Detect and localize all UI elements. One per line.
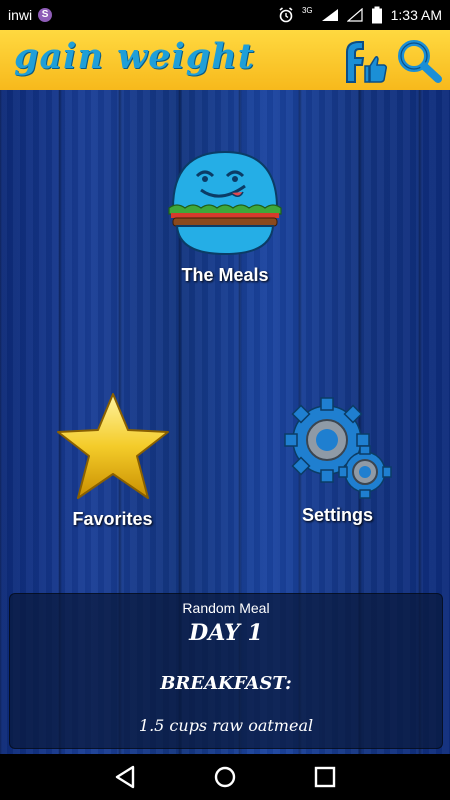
network-type: 3G bbox=[301, 5, 313, 15]
app-title: gain weight bbox=[14, 36, 255, 77]
carrier-name: inwi bbox=[8, 7, 33, 23]
star-icon bbox=[56, 393, 169, 499]
settings-label: Settings bbox=[301, 505, 373, 525]
battery-icon bbox=[371, 6, 382, 24]
settings-button[interactable]: Settings bbox=[270, 396, 405, 526]
meals-button[interactable]: The Meals bbox=[150, 148, 300, 286]
favorites-button[interactable]: Favorites bbox=[40, 390, 185, 530]
signal-icon-2 bbox=[346, 8, 363, 22]
home-icon[interactable] bbox=[211, 764, 239, 790]
navigation-bar bbox=[0, 754, 450, 800]
recent-apps-icon[interactable] bbox=[311, 764, 339, 790]
burger-icon bbox=[168, 150, 282, 256]
clock: 1:33 AM bbox=[390, 7, 442, 23]
signal-icon bbox=[321, 9, 338, 21]
random-meal-panel[interactable]: Random Meal DAY 1 BREAKFAST: 1.5 cups ra… bbox=[9, 593, 443, 749]
facebook-like-icon[interactable] bbox=[333, 36, 388, 86]
random-meal-item: 1.5 cups raw oatmeal bbox=[138, 716, 314, 735]
alarm-icon bbox=[279, 7, 293, 23]
favorites-label: Favorites bbox=[72, 509, 153, 529]
random-meal-day: DAY 1 bbox=[189, 620, 263, 646]
status-bar: inwi S 3G 1:33 AM bbox=[0, 0, 450, 30]
meals-label: The Meals bbox=[181, 265, 269, 285]
gears-icon bbox=[283, 397, 392, 499]
random-meal-heading: Random Meal bbox=[182, 600, 270, 616]
random-meal-type: BREAKFAST: bbox=[160, 673, 292, 694]
back-icon[interactable] bbox=[111, 764, 139, 790]
main-content: The Meals Favorites Settings Random Meal… bbox=[0, 90, 450, 754]
search-icon[interactable] bbox=[395, 38, 443, 84]
viber-icon: S bbox=[38, 8, 53, 22]
